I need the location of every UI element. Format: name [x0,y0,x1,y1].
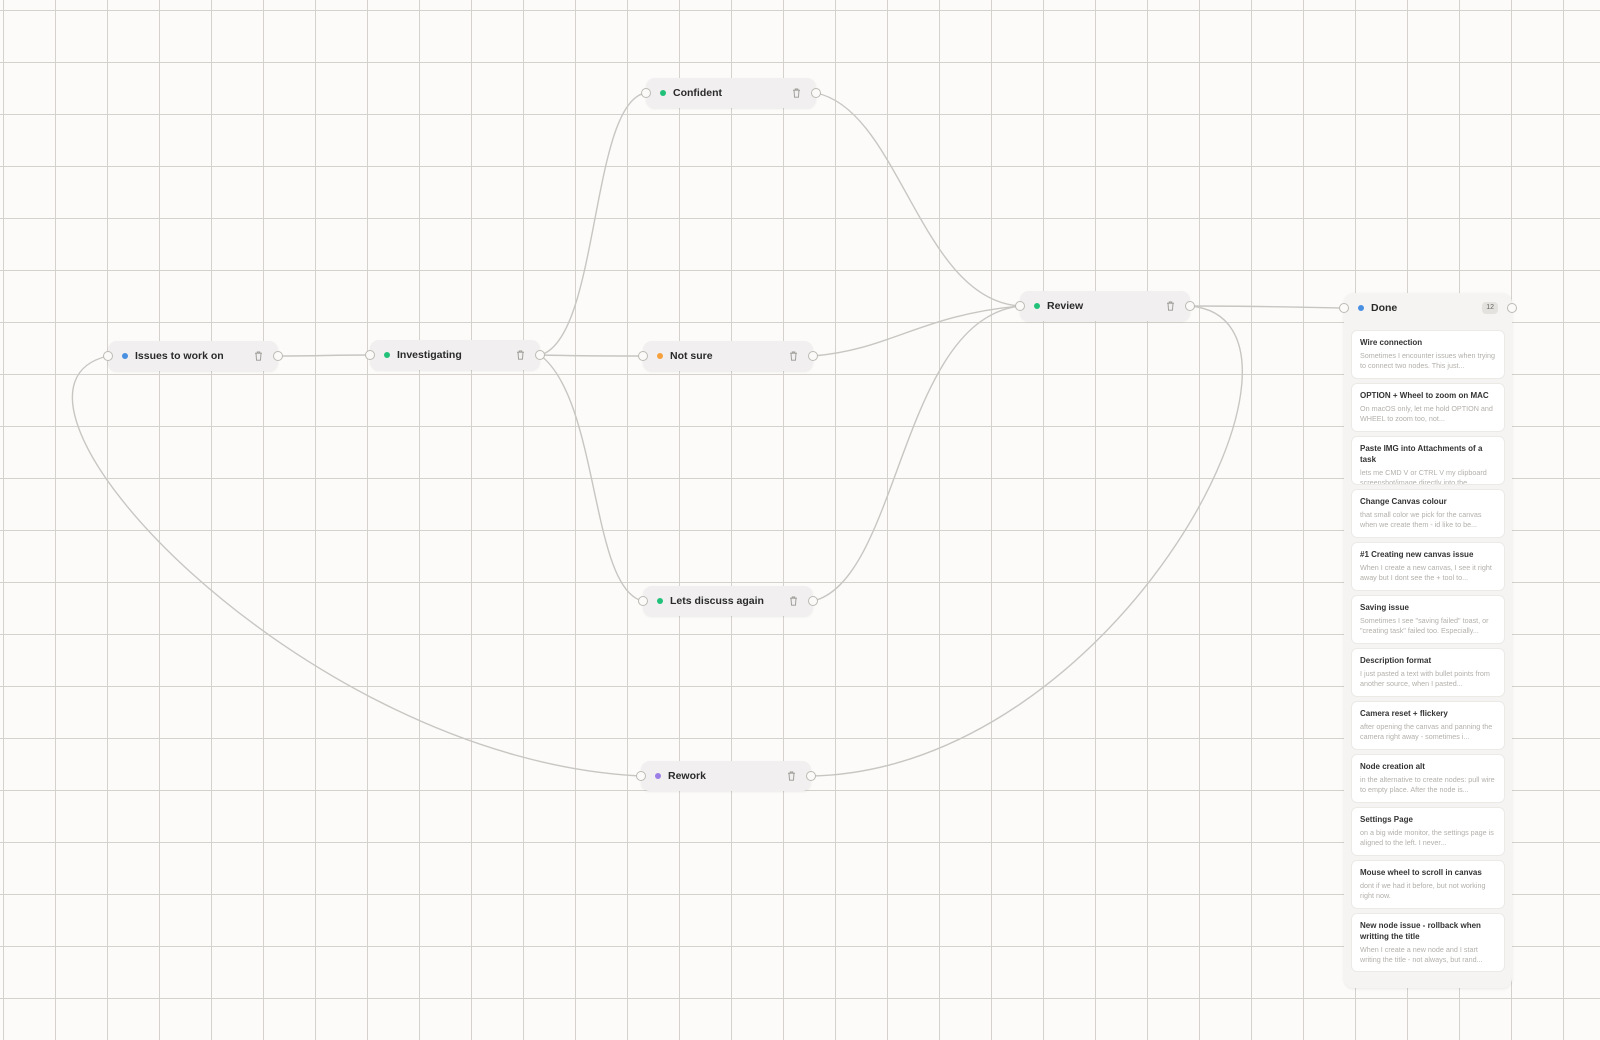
count-badge: 12 [1482,302,1498,314]
node-confident[interactable]: Confident [641,78,821,108]
status-dot [1034,303,1040,309]
trash-icon[interactable] [785,770,797,782]
status-dot [122,353,128,359]
edge-investigating-discuss[interactable] [539,354,644,602]
input-port[interactable] [638,596,648,606]
input-port[interactable] [638,351,648,361]
trash-icon[interactable] [787,595,799,607]
edge-investigating-confident[interactable] [539,92,647,356]
trash-icon[interactable] [1164,300,1176,312]
task-card[interactable]: Description format I just pasted a text … [1351,648,1505,697]
task-card[interactable]: Node creation alt in the alternative to … [1351,754,1505,803]
trash-icon[interactable] [514,349,526,361]
task-card-title: New node issue - rollback when writting … [1360,921,1481,941]
task-card-title: OPTION + Wheel to zoom on MAC [1360,391,1489,400]
task-card-description: that small color we pick for the canvas … [1360,510,1482,529]
node-label: Not sure [670,350,713,362]
task-card[interactable]: OPTION + Wheel to zoom on MAC On macOS o… [1351,383,1505,432]
trash-icon[interactable] [790,87,802,99]
output-port[interactable] [535,350,545,360]
task-card[interactable]: Mouse wheel to scroll in canvas dont if … [1351,860,1505,909]
task-card-description: lets me CMD V or CTRL V my clipboard scr… [1360,468,1487,485]
task-card-description: Sometimes I see "saving failed" toast, o… [1360,616,1489,635]
node-label: Investigating [397,349,462,361]
status-dot [384,352,390,358]
input-port[interactable] [365,350,375,360]
task-card-description: On macOS only, let me hold OPTION and WH… [1360,404,1493,423]
task-card-title: Wire connection [1360,338,1423,347]
input-port[interactable] [1339,303,1349,313]
edge-review-rework[interactable] [810,305,1243,777]
node-label: Confident [673,87,722,99]
edge-review-done[interactable] [1189,305,1343,309]
task-card-title: Saving issue [1360,603,1409,612]
task-card-description: on a big wide monitor, the settings page… [1360,828,1494,847]
task-card[interactable]: Paste IMG into Attachments of a task let… [1351,436,1505,485]
node-rework[interactable]: Rework [636,761,816,791]
task-card-title: Settings Page [1360,815,1413,824]
status-dot [655,773,661,779]
status-dot [657,598,663,604]
edge-rework-issues[interactable] [71,355,642,777]
node-label: Rework [668,770,706,782]
node-label: Review [1047,300,1084,312]
edge-confident-review[interactable] [815,92,1021,307]
task-card-title: Change Canvas colour [1360,497,1447,506]
task-card-description: in the alternative to create nodes: pull… [1360,775,1495,794]
task-card[interactable]: Settings Page on a big wide monitor, the… [1351,807,1505,856]
task-card-list: Wire connection Sometimes I encounter is… [1351,330,1505,976]
task-card[interactable]: Camera reset + flickery after opening th… [1351,701,1505,750]
output-port[interactable] [806,771,816,781]
task-card-description: When I create a new canvas, I see it rig… [1360,563,1492,582]
node-not-sure[interactable]: Not sure [638,341,818,371]
task-card-description: I just pasted a text with bullet points … [1360,669,1490,688]
node-review[interactable]: Review [1015,291,1195,321]
task-card-title: Mouse wheel to scroll in canvas [1360,868,1482,877]
node-label: Issues to work on [135,350,224,362]
task-card-title: #1 Creating new canvas issue [1360,550,1474,559]
edge-discuss-review[interactable] [812,305,1021,602]
node-investigating[interactable]: Investigating [365,340,545,370]
trash-icon[interactable] [252,350,264,362]
task-card-description: dont if we had it before, but not workin… [1360,881,1486,900]
input-port[interactable] [636,771,646,781]
edge-issues-investigating[interactable] [277,354,371,357]
done-header[interactable]: Done 12 [1339,293,1517,323]
output-port[interactable] [808,351,818,361]
input-port[interactable] [641,88,651,98]
task-card[interactable]: New node issue - rollback when writting … [1351,913,1505,972]
task-card-title: Node creation alt [1360,762,1425,771]
task-card-description: Sometimes I encounter issues when trying… [1360,351,1496,370]
trash-icon[interactable] [787,350,799,362]
node-label: Done [1371,302,1398,314]
task-card[interactable]: #1 Creating new canvas issue When I crea… [1351,542,1505,591]
task-card-description: after opening the canvas and panning the… [1360,722,1493,741]
input-port[interactable] [1015,301,1025,311]
edge-investigating-notsure[interactable] [539,354,644,357]
output-port[interactable] [1185,301,1195,311]
task-card[interactable]: Change Canvas colour that small color we… [1351,489,1505,538]
task-card-title: Camera reset + flickery [1360,709,1448,718]
task-card[interactable]: Saving issue Sometimes I see "saving fai… [1351,595,1505,644]
input-port[interactable] [103,351,113,361]
task-card-title: Description format [1360,656,1432,665]
status-dot [1358,305,1364,311]
output-port[interactable] [808,596,818,606]
status-dot [660,90,666,96]
node-done[interactable]: Done 12 Wire connection Sometimes I enco… [1339,293,1517,988]
status-dot [657,353,663,359]
edge-notsure-review[interactable] [812,305,1021,357]
task-card-description: When I create a new node and I start wri… [1360,945,1483,964]
node-label: Lets discuss again [670,595,764,607]
output-port[interactable] [1507,303,1517,313]
node-lets-discuss-again[interactable]: Lets discuss again [638,586,818,616]
output-port[interactable] [811,88,821,98]
output-port[interactable] [273,351,283,361]
node-issues-to-work-on[interactable]: Issues to work on [103,341,283,371]
task-card-title: Paste IMG into Attachments of a task [1360,444,1483,464]
task-card[interactable]: Wire connection Sometimes I encounter is… [1351,330,1505,379]
